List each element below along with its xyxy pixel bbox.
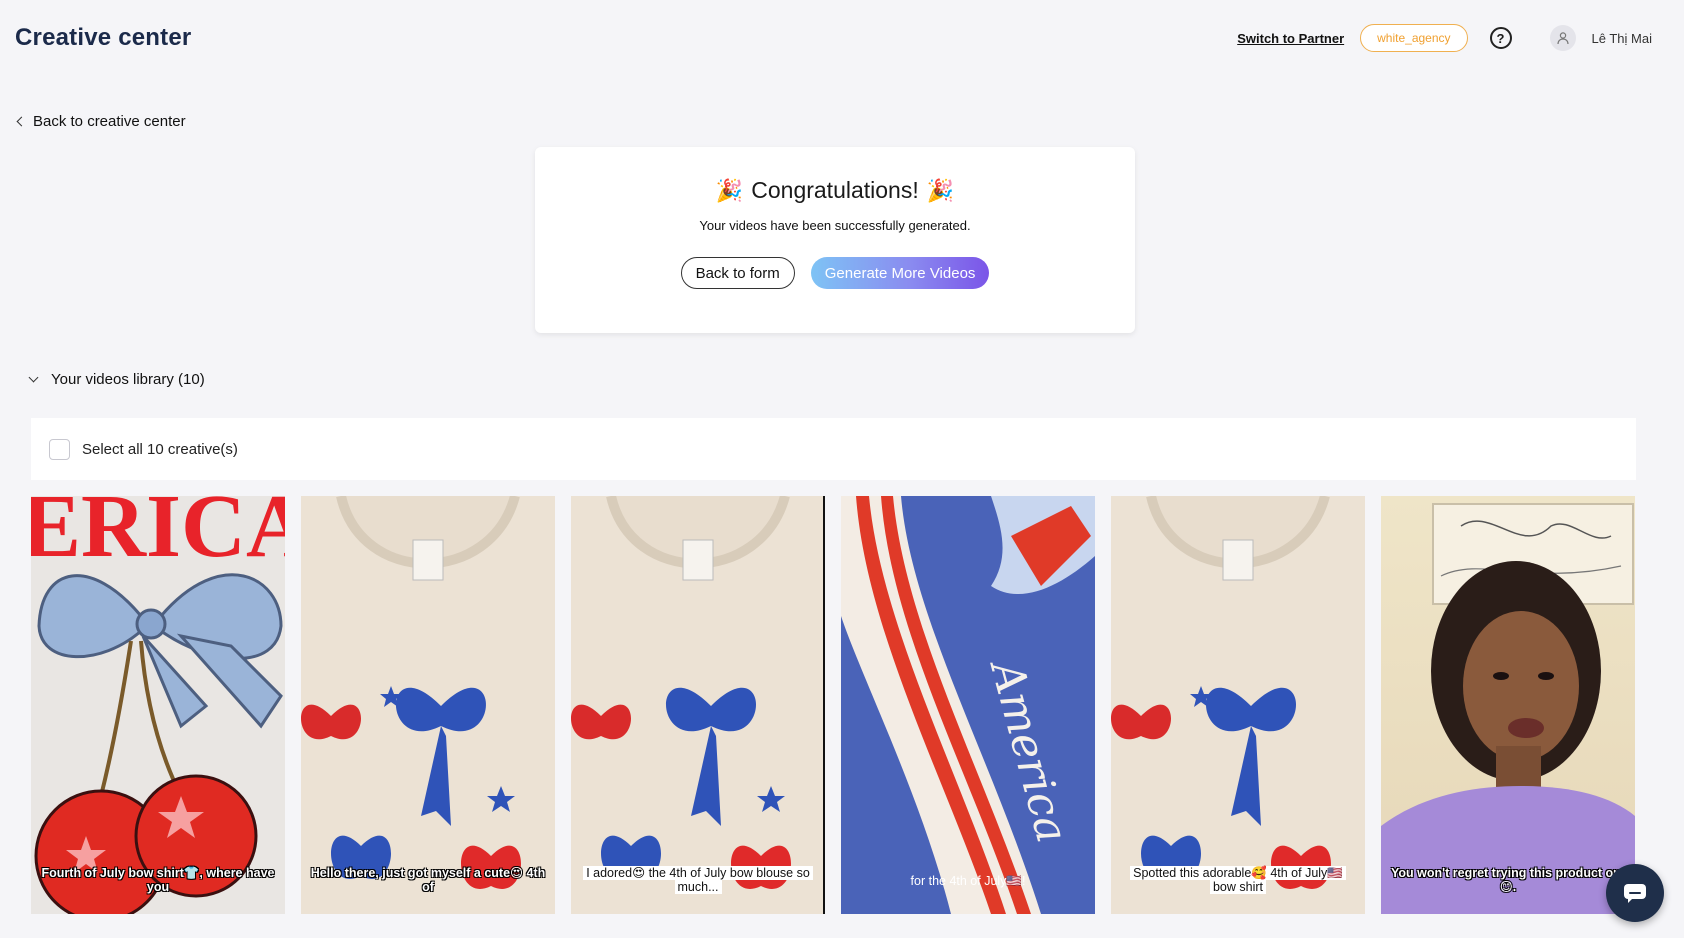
app-title: Creative center <box>15 24 192 51</box>
video-card-5[interactable]: Spotted this adorable🥰 4th of July🇺🇸 bow… <box>1111 496 1365 914</box>
top-header: Creative center Switch to Partner white_… <box>0 0 1684 76</box>
video-caption-text: I adored😍 the 4th of July bow blouse so … <box>583 866 813 894</box>
video-thumbnail-bow-shirt <box>571 496 825 914</box>
video-gallery: ERICA Fourth of July bow shirt👕, where h… <box>31 496 1636 914</box>
video-caption: You won't regret trying this product out… <box>1391 866 1625 894</box>
congratulations-title-text: Congratulations! <box>751 177 919 203</box>
chat-icon <box>1624 884 1646 903</box>
back-to-creative-center-link[interactable]: Back to creative center <box>16 113 186 130</box>
video-thumbnail-america-flag: America <box>841 496 1095 914</box>
select-all-label[interactable]: Select all 10 creative(s) <box>82 441 238 458</box>
video-caption: I adored😍 the 4th of July bow blouse so … <box>579 866 817 894</box>
chevron-down-icon <box>28 372 39 383</box>
user-icon <box>1556 32 1569 45</box>
party-popper-icon: 🎉 <box>926 177 955 203</box>
agency-badge[interactable]: white_agency <box>1360 24 1468 52</box>
chat-support-button[interactable] <box>1606 864 1664 922</box>
switch-to-partner-link[interactable]: Switch to Partner <box>1237 31 1344 46</box>
video-card-4[interactable]: America for the 4th of July🇺🇸! <box>841 496 1095 914</box>
video-caption-text: Spotted this adorable🥰 4th of July🇺🇸 bow… <box>1130 866 1346 894</box>
video-caption: for the 4th of July🇺🇸! <box>910 874 1026 888</box>
video-thumbnail-bow-shirt <box>1111 496 1365 914</box>
generate-more-videos-button[interactable]: Generate More Videos <box>810 257 990 289</box>
video-card-3[interactable]: I adored😍 the 4th of July bow blouse so … <box>571 496 825 914</box>
chevron-left-icon <box>16 116 27 127</box>
video-caption: Hello there, just got myself a cute😍 4th… <box>310 866 546 894</box>
video-card-1[interactable]: ERICA Fourth of July bow shirt👕, where h… <box>31 496 285 914</box>
success-message: Your videos have been successfully gener… <box>699 218 971 233</box>
header-actions: Switch to Partner white_agency ? Lê Thị … <box>1237 24 1652 52</box>
video-thumbnail-bow-shirt <box>301 496 555 914</box>
video-thumbnail-cherry-bow: ERICA <box>31 496 285 914</box>
back-to-form-button[interactable]: Back to form <box>680 257 795 289</box>
video-card-2[interactable]: Hello there, just got myself a cute😍 4th… <box>301 496 555 914</box>
user-name[interactable]: Lê Thị Mai <box>1592 31 1652 46</box>
help-icon[interactable]: ? <box>1489 27 1512 49</box>
select-all-bar: Select all 10 creative(s) <box>31 418 1636 480</box>
congratulations-title: 🎉 Congratulations! 🎉 <box>716 177 954 204</box>
select-all-checkbox[interactable] <box>49 438 70 460</box>
avatar[interactable] <box>1549 25 1576 51</box>
card-actions: Back to form Generate More Videos <box>680 257 990 289</box>
videos-library-toggle[interactable]: Your videos library (10) <box>28 371 205 388</box>
party-popper-icon: 🎉 <box>715 177 744 203</box>
video-caption: Spotted this adorable🥰 4th of July🇺🇸 bow… <box>1119 866 1357 894</box>
video-thumbnail-presenter <box>1381 496 1635 914</box>
back-link-label: Back to creative center <box>33 113 186 130</box>
congratulations-card: 🎉 Congratulations! 🎉 Your videos have be… <box>535 147 1135 333</box>
video-card-6[interactable]: You won't regret trying this product out… <box>1381 496 1635 914</box>
svg-text:ERICA: ERICA <box>31 496 285 576</box>
videos-library-heading: Your videos library (10) <box>51 371 205 388</box>
video-caption: Fourth of July bow shirt👕, where have yo… <box>41 866 275 894</box>
